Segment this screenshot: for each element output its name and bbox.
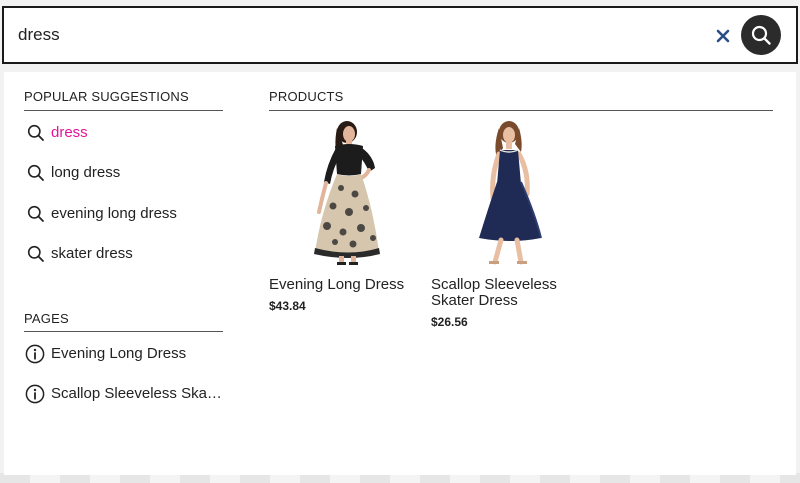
product-name: Evening Long Dress xyxy=(269,276,405,293)
search-results-panel: POPULAR SUGGESTIONS dress long dress eve… xyxy=(4,72,796,475)
info-icon xyxy=(25,344,45,364)
search-icon xyxy=(27,245,44,262)
product-price: $43.84 xyxy=(269,299,306,313)
suggestion-item[interactable]: long dress xyxy=(24,158,224,188)
pages-divider xyxy=(24,331,223,332)
page-item-label: Evening Long Dress xyxy=(51,345,187,362)
suggestion-label: dress xyxy=(51,124,88,141)
page-item[interactable]: Scallop Sleeveless Skater Dress xyxy=(24,380,224,410)
products-heading: PRODUCTS xyxy=(269,89,344,104)
product-price: $26.56 xyxy=(431,315,468,329)
product-card[interactable]: Scallop Sleeveless Skater Dress $26.56 xyxy=(431,120,581,380)
suggestion-label: evening long dress xyxy=(51,205,177,222)
search-bar xyxy=(2,6,798,64)
product-image xyxy=(314,121,380,265)
close-icon xyxy=(716,29,730,43)
products-divider xyxy=(269,110,773,111)
info-icon xyxy=(25,384,45,404)
suggestion-label: skater dress xyxy=(51,245,133,262)
suggestions-divider xyxy=(24,110,223,111)
suggestion-item[interactable]: skater dress xyxy=(24,239,224,269)
pages-heading: PAGES xyxy=(24,311,69,326)
search-icon xyxy=(27,164,44,181)
page-item[interactable]: Evening Long Dress xyxy=(24,340,224,370)
suggestion-label: long dress xyxy=(51,164,121,181)
clear-button[interactable] xyxy=(712,25,734,47)
page-item-label: Scallop Sleeveless Skater Dress xyxy=(51,385,223,402)
suggestion-item[interactable]: dress xyxy=(24,118,224,148)
product-name: Scallop Sleeveless Skater Dress xyxy=(431,276,557,309)
search-icon xyxy=(27,124,44,141)
search-submit-button[interactable] xyxy=(741,15,781,55)
suggestions-heading: POPULAR SUGGESTIONS xyxy=(24,89,189,104)
search-input[interactable] xyxy=(18,8,658,62)
product-image xyxy=(479,121,542,265)
product-card[interactable]: Evening Long Dress $43.84 xyxy=(269,120,419,370)
search-icon xyxy=(27,205,44,222)
suggestion-item[interactable]: evening long dress xyxy=(24,199,224,229)
search-icon xyxy=(751,25,771,45)
